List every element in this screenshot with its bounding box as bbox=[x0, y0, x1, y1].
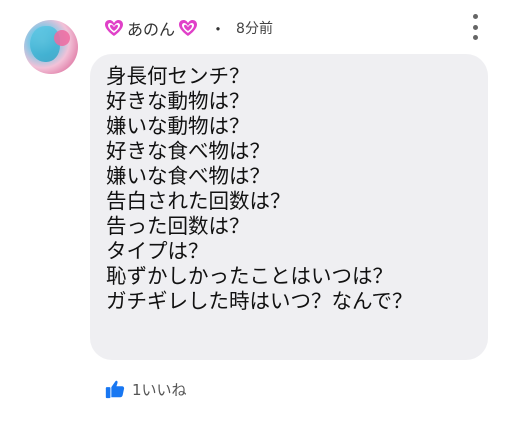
more-vert-icon[interactable] bbox=[468, 14, 482, 40]
avatar[interactable] bbox=[24, 20, 78, 74]
like-button[interactable]: 1いいね bbox=[104, 378, 187, 400]
comment-line: 好きな食べ物は？ bbox=[106, 139, 270, 163]
avatar-art-accent bbox=[54, 30, 70, 46]
comment-line: 告白された回数は？ bbox=[106, 189, 291, 213]
menu-dot bbox=[472, 35, 478, 40]
comment-line: 身長何センチ？ bbox=[106, 64, 250, 88]
comment-line: 好きな動物は？ bbox=[106, 89, 250, 113]
comment-bubble: 身長何センチ？ 好きな動物は？ 嫌いな動物は？ 好きな食べ物は？ 嫌いな食べ物は… bbox=[90, 54, 488, 360]
like-count: 1いいね bbox=[132, 380, 187, 399]
timestamp: 8分前 bbox=[236, 21, 273, 37]
thumbs-up-icon bbox=[105, 380, 125, 399]
menu-dot bbox=[472, 24, 478, 30]
comment-line: タイプは？ bbox=[106, 239, 209, 263]
heart-icon bbox=[104, 18, 124, 38]
comment-line: ガチギレした時はいつ？なんで？ bbox=[106, 289, 413, 313]
comment-line: 告った回数は？ bbox=[106, 214, 250, 238]
menu-dot bbox=[472, 14, 478, 19]
comment-header: あのん ・ 8分前 bbox=[104, 16, 273, 40]
comment-line: 恥ずかしかったことはいつは？ bbox=[106, 264, 393, 288]
header-separator: ・ bbox=[210, 20, 227, 39]
heart-icon bbox=[178, 18, 198, 38]
author-name[interactable]: あのん bbox=[127, 16, 175, 40]
comment-line: 嫌いな食べ物は？ bbox=[106, 164, 270, 188]
comment-line: 嫌いな動物は？ bbox=[106, 114, 250, 138]
